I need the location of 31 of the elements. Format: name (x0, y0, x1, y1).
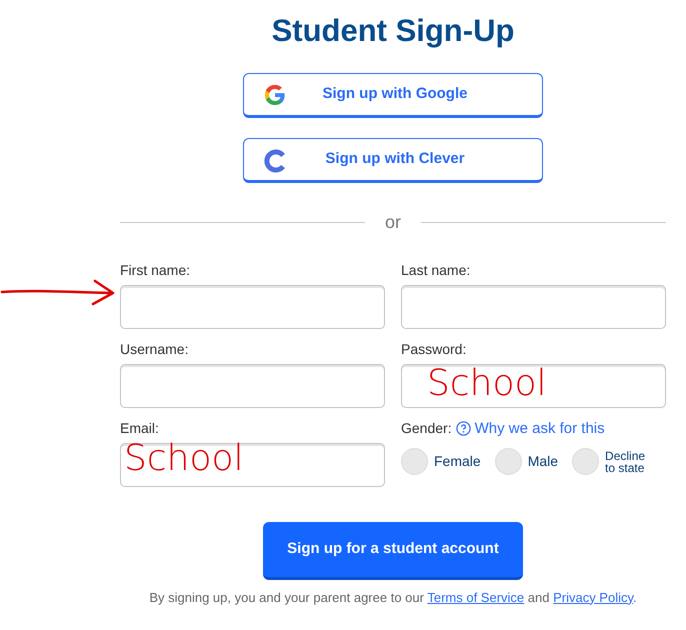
radio-button[interactable] (401, 448, 428, 475)
submit-button[interactable]: Sign up for a student account (263, 522, 523, 580)
policy-link[interactable]: Terms of Service (427, 590, 524, 604)
handwritten-note: School (427, 366, 547, 402)
text-field[interactable] (401, 364, 666, 408)
field-label: Email: (120, 418, 160, 438)
help-icon (456, 421, 471, 436)
field-label: First name: (120, 260, 192, 280)
sso-button[interactable]: Sign up with Google (243, 72, 543, 118)
text-field[interactable] (120, 284, 385, 328)
radio-label: Decline to state (605, 450, 646, 474)
field-label: Password: (401, 340, 468, 358)
help-link[interactable]: Why we ask for this (456, 418, 605, 440)
sso-button[interactable]: Sign up with Clever (243, 138, 543, 182)
field-label: Last name: (401, 260, 472, 280)
page-title: Student Sign-Up (272, 12, 514, 50)
handwritten-note: School (124, 440, 244, 476)
text-field[interactable] (120, 442, 385, 486)
radio-label: Female (434, 452, 481, 471)
text-field[interactable] (401, 284, 666, 328)
radio-button[interactable] (572, 448, 600, 475)
text-field[interactable] (120, 364, 385, 408)
clever-logo-icon (264, 148, 286, 172)
radio-button[interactable] (494, 448, 522, 475)
policy-link[interactable]: Privacy Policy (553, 590, 634, 604)
divider-text: or (385, 210, 402, 234)
google-icon (264, 84, 286, 106)
gender-label: Gender: (401, 419, 452, 438)
terms-notice: By signing up, you and your parent agree to our Terms of Service and Privacy Policy. (149, 588, 637, 607)
field-label: Username: (120, 340, 190, 358)
radio-label: Male (528, 452, 558, 471)
